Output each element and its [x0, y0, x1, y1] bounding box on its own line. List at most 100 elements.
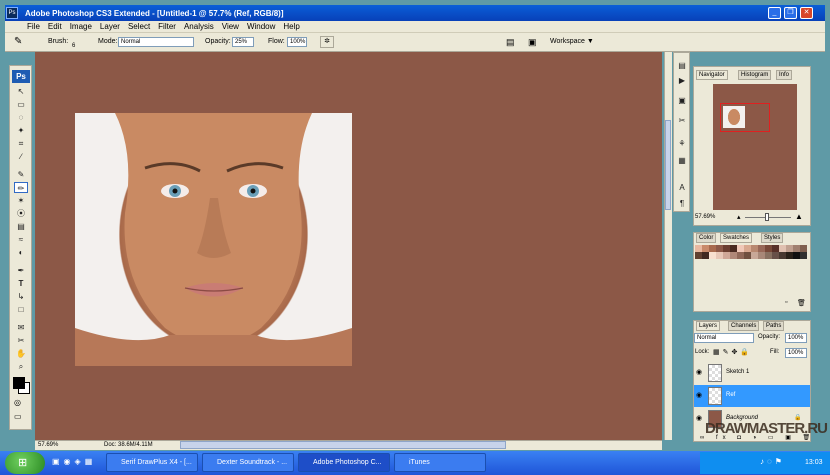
fill-input[interactable]: 100%: [785, 348, 807, 358]
slice-tool-icon[interactable]: ∕: [14, 151, 28, 162]
tab-color[interactable]: Color: [696, 233, 717, 243]
color-swatch[interactable]: [695, 245, 702, 252]
notes-tool-icon[interactable]: ✉: [14, 322, 28, 333]
palette-well-icon[interactable]: ▤: [506, 37, 515, 48]
zoom-slider-handle[interactable]: [765, 213, 769, 221]
tab-layers[interactable]: Layers: [696, 321, 721, 331]
tray-icons[interactable]: ♪◌⚑: [760, 457, 785, 466]
color-swatch[interactable]: [751, 245, 758, 252]
color-swatch[interactable]: [709, 252, 716, 259]
navigator-zoom[interactable]: 57.69%: [695, 214, 715, 220]
color-swatch[interactable]: [772, 252, 779, 259]
brush-size-value[interactable]: 6: [72, 43, 75, 49]
navigator-view-box[interactable]: [720, 103, 770, 132]
menu-analysis[interactable]: Analysis: [184, 22, 214, 31]
flow-input[interactable]: 100%: [287, 37, 307, 47]
tool-presets-panel-icon[interactable]: ▣: [676, 95, 688, 107]
brush-tool-icon[interactable]: ✎: [14, 36, 22, 47]
workspace-button[interactable]: Workspace ▼: [550, 38, 594, 45]
layer-comps-panel-icon[interactable]: ▦: [676, 155, 688, 167]
menu-layer[interactable]: Layer: [100, 22, 120, 31]
task-drawplus[interactable]: Serif DrawPlus X4 - [...: [106, 453, 198, 472]
delete-swatch-icon[interactable]: 🗑: [797, 299, 806, 307]
tab-channels[interactable]: Channels: [728, 321, 760, 331]
lasso-tool-icon[interactable]: ◌: [14, 112, 28, 123]
zoom-in-icon[interactable]: ▲: [795, 212, 803, 221]
quick-mask-icon[interactable]: ◎: [14, 398, 21, 407]
paragraph-panel-icon[interactable]: ¶: [676, 198, 688, 210]
color-swatch[interactable]: [716, 252, 723, 259]
lock-icons[interactable]: ▦✎✥🔒: [713, 348, 752, 356]
mode-select[interactable]: Normal: [118, 37, 194, 47]
color-swatch[interactable]: [793, 252, 800, 259]
blend-mode-select[interactable]: Normal: [694, 333, 754, 343]
tab-paths[interactable]: Paths: [763, 321, 785, 331]
menu-image[interactable]: Image: [70, 22, 92, 31]
color-swatch[interactable]: [723, 252, 730, 259]
eraser-tool-icon[interactable]: ▤: [14, 221, 28, 232]
color-swatch[interactable]: [786, 245, 793, 252]
crop-tool-icon[interactable]: ⌗: [14, 138, 28, 149]
zoom-status[interactable]: 57.69%: [38, 442, 58, 448]
color-swatch[interactable]: [695, 252, 702, 259]
shape-tool-icon[interactable]: □: [14, 304, 28, 315]
tool-presets-icon[interactable]: ▣: [528, 37, 537, 48]
tab-swatches[interactable]: Swatches: [720, 233, 753, 243]
airbrush-toggle-icon[interactable]: ✲: [320, 36, 334, 48]
move-tool-icon[interactable]: ↖: [14, 86, 28, 97]
start-button[interactable]: ⊞: [5, 452, 45, 474]
layer-row-sketch[interactable]: ◉ Sketch 1: [694, 362, 810, 384]
menu-file[interactable]: File: [27, 22, 40, 31]
layer-opacity-input[interactable]: 100%: [785, 333, 807, 343]
photoshop-logo[interactable]: Ps: [12, 70, 30, 83]
menu-select[interactable]: Select: [128, 22, 150, 31]
color-swatch[interactable]: [779, 252, 786, 259]
color-swatch[interactable]: [765, 252, 772, 259]
color-swatch[interactable]: [751, 252, 758, 259]
healing-brush-tool-icon[interactable]: ✎: [14, 169, 28, 180]
horizontal-scrollbar-thumb[interactable]: [180, 441, 506, 449]
layer-row-ref-selected[interactable]: ◉ Ref: [694, 385, 810, 407]
close-button[interactable]: ✕: [800, 7, 813, 19]
color-swatch[interactable]: [702, 245, 709, 252]
color-swatch[interactable]: [702, 252, 709, 259]
menu-filter[interactable]: Filter: [158, 22, 176, 31]
vertical-scrollbar[interactable]: [664, 52, 672, 440]
dodge-tool-icon[interactable]: ◐: [14, 247, 28, 258]
clone-source-panel-icon[interactable]: ⚘: [676, 138, 688, 150]
opacity-input[interactable]: 25%: [232, 37, 254, 47]
tab-styles[interactable]: Styles: [761, 233, 784, 243]
quick-launch-icons[interactable]: ▣◉◈▦: [52, 457, 96, 466]
menu-window[interactable]: Window: [247, 22, 275, 31]
new-swatch-icon[interactable]: ▫: [785, 299, 787, 306]
hand-tool-icon[interactable]: ✋: [14, 348, 28, 359]
tab-navigator[interactable]: Navigator: [696, 70, 728, 80]
path-selection-tool-icon[interactable]: ↳: [14, 291, 28, 302]
color-swatch[interactable]: [744, 252, 751, 259]
color-swatch[interactable]: [765, 245, 772, 252]
gradient-tool-icon[interactable]: ≈: [14, 234, 28, 245]
color-swatch[interactable]: [716, 245, 723, 252]
doc-size-status[interactable]: Doc: 38.6M/4.11M: [104, 442, 153, 448]
history-panel-icon[interactable]: ▤: [676, 60, 688, 72]
maximize-button[interactable]: ❐: [784, 7, 797, 19]
menu-view[interactable]: View: [222, 22, 239, 31]
color-swatch[interactable]: [800, 245, 807, 252]
minimize-button[interactable]: _: [768, 7, 781, 19]
color-swatch[interactable]: [786, 252, 793, 259]
pen-tool-icon[interactable]: ✒: [14, 265, 28, 276]
task-itunes[interactable]: iTunes: [394, 453, 486, 472]
task-photoshop[interactable]: Adobe Photoshop C...: [298, 453, 390, 472]
color-swatch[interactable]: [744, 245, 751, 252]
type-tool-icon[interactable]: T: [14, 278, 28, 289]
task-dexter-soundtrack[interactable]: Dexter Soundtrack - ...: [202, 453, 294, 472]
vertical-scrollbar-thumb[interactable]: [665, 120, 671, 210]
color-swatch[interactable]: [758, 252, 765, 259]
color-swatch[interactable]: [737, 245, 744, 252]
color-swatch[interactable]: [758, 245, 765, 252]
color-swatch[interactable]: [709, 245, 716, 252]
screen-mode-icon[interactable]: ▭: [14, 412, 22, 421]
eyedropper-tool-icon[interactable]: ✂: [14, 335, 28, 346]
visibility-eye-icon[interactable]: ◉: [696, 391, 702, 399]
tab-info[interactable]: Info: [776, 70, 793, 80]
